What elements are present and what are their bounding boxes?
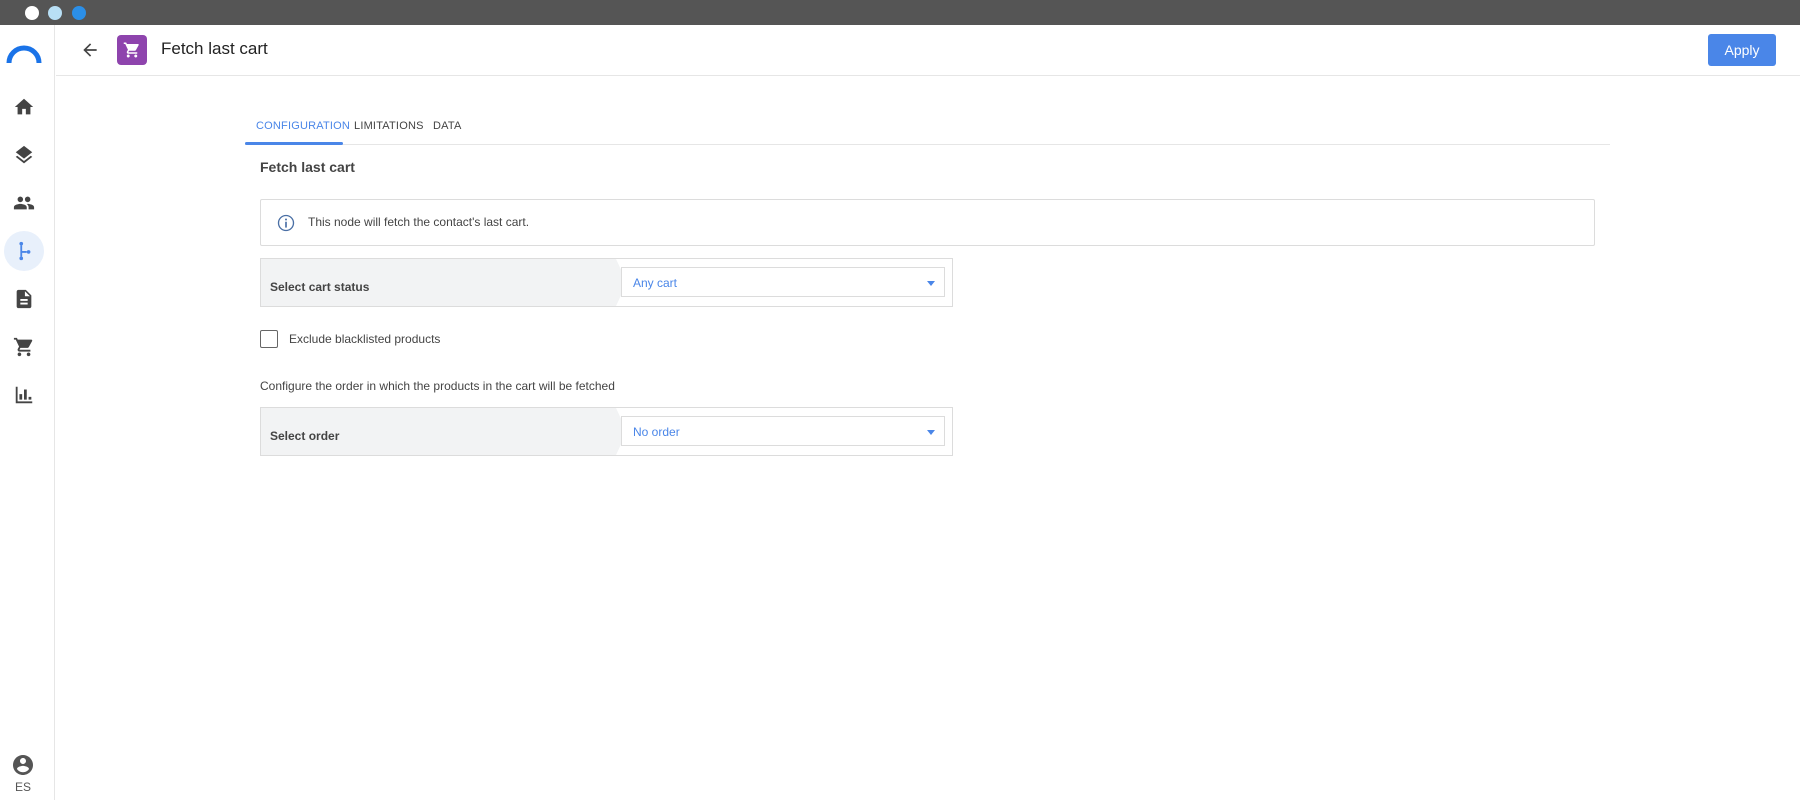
document-icon [16, 289, 32, 309]
arrow-back-icon [83, 43, 97, 57]
order-help-text: Configure the order in which the product… [260, 379, 615, 393]
window-close-button[interactable] [25, 6, 39, 20]
cart-icon [123, 42, 139, 58]
cart-status-field: Select cart status Any cart [260, 258, 953, 307]
node-type-badge [117, 35, 147, 65]
chevron-down-icon [927, 281, 935, 286]
page-title: Fetch last cart [161, 39, 268, 58]
sidebar-item-documents[interactable] [4, 279, 44, 319]
order-label: Select order [270, 429, 340, 443]
exclude-blacklisted-checkbox[interactable] [260, 330, 278, 348]
tab-bar: CONFIGURATION LIMITATIONS DATA [245, 110, 1610, 145]
info-icon [277, 214, 295, 232]
window-minimize-button[interactable] [48, 6, 62, 20]
window-maximize-button[interactable] [72, 6, 86, 20]
exclude-blacklisted-label[interactable]: Exclude blacklisted products [289, 332, 440, 346]
people-icon [13, 196, 35, 210]
order-select[interactable]: No order [621, 416, 945, 446]
sidebar: ES [0, 25, 55, 800]
page-header: Fetch last cart Apply [56, 25, 1800, 76]
cart-status-label: Select cart status [270, 280, 370, 294]
brand-logo-icon[interactable] [6, 43, 42, 65]
cart-status-value: Any cart [633, 276, 678, 290]
section-title: Fetch last cart [260, 159, 355, 175]
tab-data[interactable]: DATA [433, 120, 462, 132]
apply-button[interactable]: Apply [1708, 34, 1776, 66]
active-tab-indicator [245, 142, 343, 145]
sidebar-item-cart[interactable] [4, 327, 44, 367]
account-circle-icon [13, 755, 33, 775]
order-value: No order [633, 425, 680, 439]
sidebar-item-home[interactable] [4, 87, 44, 127]
order-field: Select order No order [260, 407, 953, 456]
tab-limitations[interactable]: LIMITATIONS [354, 120, 424, 132]
back-button[interactable] [78, 38, 102, 62]
exclude-blacklisted-row: Exclude blacklisted products [260, 329, 440, 349]
sidebar-item-reports[interactable] [4, 375, 44, 415]
info-text: This node will fetch the contact's last … [308, 215, 530, 229]
bar-chart-icon [15, 386, 33, 404]
layers-icon [15, 145, 33, 164]
chevron-down-icon [927, 430, 935, 435]
window-titlebar [0, 0, 1800, 25]
home-icon [14, 98, 34, 115]
cart-status-select[interactable]: Any cart [621, 267, 945, 297]
sidebar-item-workflows[interactable] [4, 231, 44, 271]
sidebar-item-layers[interactable] [4, 135, 44, 175]
tab-configuration[interactable]: CONFIGURATION [256, 120, 350, 132]
sidebar-item-contacts[interactable] [4, 183, 44, 223]
sidebar-user-avatar[interactable] [10, 752, 36, 778]
cart-icon [13, 337, 33, 357]
language-label[interactable]: ES [0, 780, 46, 794]
flow-icon [19, 241, 31, 261]
info-box: This node will fetch the contact's last … [260, 199, 1595, 246]
